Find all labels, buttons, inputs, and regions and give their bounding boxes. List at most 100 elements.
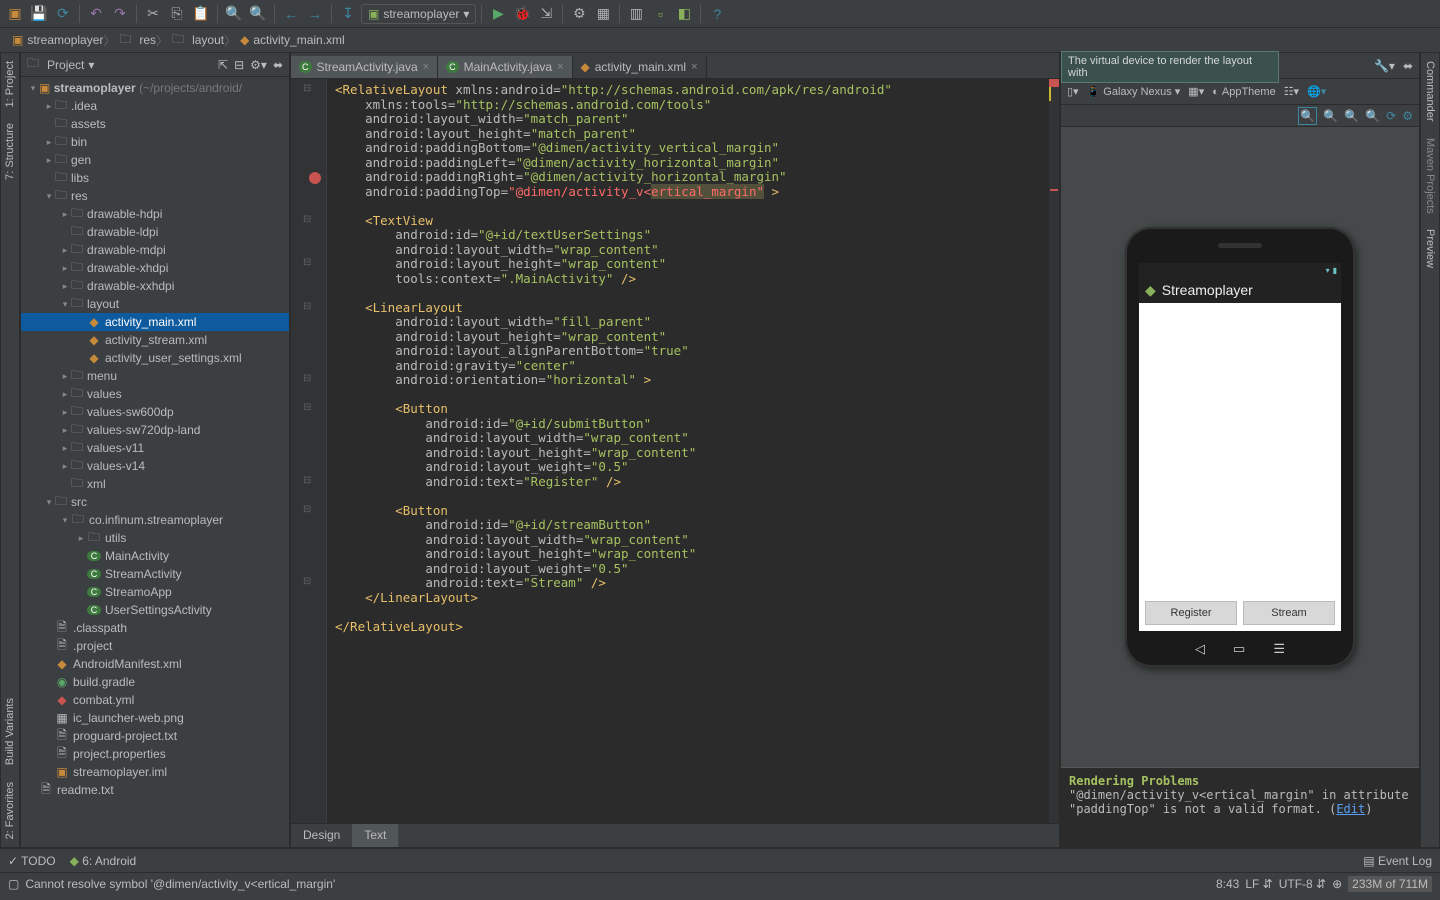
tree-item-drawable-hdpi[interactable]: ▸🗀drawable-hdpi xyxy=(21,205,289,223)
tab-project[interactable]: 1: Project xyxy=(2,53,18,115)
context-icon[interactable]: ⊕ xyxy=(1332,877,1342,891)
tab-preview[interactable]: Preview xyxy=(1422,221,1438,276)
zoom-actual-icon[interactable]: 🔍 xyxy=(1323,109,1338,123)
tree-item-values-sw600dp[interactable]: ▸🗀values-sw600dp xyxy=(21,403,289,421)
project-tree[interactable]: ▾▣ streamoplayer (~/projects/android/ ▸🗀… xyxy=(21,77,289,847)
tree-item-menu[interactable]: ▸🗀menu xyxy=(21,367,289,385)
copy-icon[interactable]: ⎘ xyxy=(166,3,188,25)
find-icon[interactable]: 🔍 xyxy=(223,3,245,25)
tab-maven[interactable]: Maven Projects xyxy=(1422,130,1438,222)
android-icon[interactable]: ◧ xyxy=(673,3,695,25)
tab-build-variants[interactable]: Build Variants xyxy=(2,690,18,773)
save-icon[interactable]: 💾 xyxy=(28,3,50,25)
tree-item-src[interactable]: ▾🗀src xyxy=(21,493,289,511)
todo-button[interactable]: ✓ TODO xyxy=(8,854,56,868)
tree-item-values-v11[interactable]: ▸🗀values-v11 xyxy=(21,439,289,457)
tree-item-layout[interactable]: ▾🗀layout xyxy=(21,295,289,313)
edit-link[interactable]: Edit xyxy=(1336,802,1365,816)
line-separator[interactable]: LF ⇵ xyxy=(1245,877,1272,891)
tab-design[interactable]: Design xyxy=(291,824,352,847)
tree-item-proguard-project.txt[interactable]: 🗎proguard-project.txt xyxy=(21,727,289,745)
debug-icon[interactable]: 🐞 xyxy=(511,3,533,25)
zoom-in-icon[interactable]: 🔍 xyxy=(1344,109,1359,123)
tree-item-project.properties[interactable]: 🗎project.properties xyxy=(21,745,289,763)
tree-item-StreamActivity[interactable]: CStreamActivity xyxy=(21,565,289,583)
back-icon[interactable]: ← xyxy=(280,3,302,25)
tree-item-readme.txt[interactable]: 🗎readme.txt xyxy=(21,781,289,799)
event-log-button[interactable]: ▤ Event Log xyxy=(1363,854,1432,868)
sync-icon[interactable]: ⟳ xyxy=(52,3,74,25)
config-combo[interactable]: ☷▾ xyxy=(1284,85,1299,98)
refresh-icon[interactable]: ⟳ xyxy=(1386,109,1396,123)
memory-indicator[interactable]: 233M of 711M xyxy=(1348,876,1432,892)
tree-item-drawable-ldpi[interactable]: 🗀drawable-ldpi xyxy=(21,223,289,241)
hide-icon[interactable]: ⬌ xyxy=(273,58,283,72)
orientation-combo[interactable]: ▯▾ xyxy=(1067,85,1079,98)
locale-combo[interactable]: 🌐▾ xyxy=(1307,85,1326,98)
tree-item-build.gradle[interactable]: ◉build.gradle xyxy=(21,673,289,691)
tree-item-drawable-mdpi[interactable]: ▸🗀drawable-mdpi xyxy=(21,241,289,259)
tab-structure[interactable]: 7: Structure xyxy=(2,115,18,188)
tab-text[interactable]: Text xyxy=(352,824,398,847)
encoding[interactable]: UTF-8 ⇵ xyxy=(1279,877,1326,891)
zoom-out-icon[interactable]: 🔍 xyxy=(1365,109,1380,123)
hide-preview-icon[interactable]: ⬌ xyxy=(1403,59,1413,73)
crumb-1[interactable]: 🗀res xyxy=(113,28,166,53)
run-config-combo[interactable]: ▣streamoplayer ▾ xyxy=(361,4,476,24)
settings-icon[interactable]: ⚙ xyxy=(568,3,590,25)
settings-preview-icon[interactable]: ⚙ xyxy=(1402,109,1413,123)
project-structure-icon[interactable]: ▦ xyxy=(592,3,614,25)
tree-item-UserSettingsActivity[interactable]: CUserSettingsActivity xyxy=(21,601,289,619)
view-mode[interactable]: Project xyxy=(47,58,84,72)
device-combo[interactable]: 📱Galaxy Nexus▾ xyxy=(1087,85,1181,98)
tree-item-bin[interactable]: ▸🗀bin xyxy=(21,133,289,151)
tree-item-activity_main.xml[interactable]: ◆activity_main.xml xyxy=(21,313,289,331)
replace-icon[interactable]: 🔍 xyxy=(247,3,269,25)
tree-item-StreamoApp[interactable]: CStreamoApp xyxy=(21,583,289,601)
tree-item-gen[interactable]: ▸🗀gen xyxy=(21,151,289,169)
wrench-icon[interactable]: 🔧▾ xyxy=(1374,59,1395,73)
tree-item-AndroidManifest.xml[interactable]: ◆AndroidManifest.xml xyxy=(21,655,289,673)
avd-icon[interactable]: ▫ xyxy=(649,3,671,25)
attach-icon[interactable]: ⇲ xyxy=(535,3,557,25)
collapse-icon[interactable]: ⊟ xyxy=(234,58,244,72)
zoom-fit-icon[interactable]: 🔍 xyxy=(1298,107,1317,125)
tree-item-.classpath[interactable]: 🗎.classpath xyxy=(21,619,289,637)
open-icon[interactable]: ▣ xyxy=(4,3,26,25)
autoscroll-icon[interactable]: ⇱ xyxy=(218,58,228,72)
tab-favorites[interactable]: 2: Favorites xyxy=(2,774,18,847)
sdk-icon[interactable]: ▥ xyxy=(625,3,647,25)
crumb-2[interactable]: 🗀layout xyxy=(166,28,234,53)
undo-icon[interactable]: ↶ xyxy=(85,3,107,25)
tree-item-streamoplayer.iml[interactable]: ▣streamoplayer.iml xyxy=(21,763,289,781)
tree-item-xml[interactable]: 🗀xml xyxy=(21,475,289,493)
crumb-0[interactable]: ▣streamoplayer xyxy=(6,31,113,49)
android-button[interactable]: ◆ 6: Android xyxy=(70,854,137,868)
tree-item-combat.yml[interactable]: ◆combat.yml xyxy=(21,691,289,709)
tree-item-MainActivity[interactable]: CMainActivity xyxy=(21,547,289,565)
tree-item-values-sw720dp-land[interactable]: ▸🗀values-sw720dp-land xyxy=(21,421,289,439)
make-icon[interactable]: ↧ xyxy=(337,3,359,25)
crumb-3[interactable]: ◆activity_main.xml xyxy=(234,31,355,49)
error-strip[interactable] xyxy=(1049,79,1059,823)
run-icon[interactable]: ▶ xyxy=(487,3,509,25)
tree-item-.project[interactable]: 🗎.project xyxy=(21,637,289,655)
help-icon[interactable]: ? xyxy=(706,3,728,25)
tree-item-drawable-xxhdpi[interactable]: ▸🗀drawable-xxhdpi xyxy=(21,277,289,295)
api-combo[interactable]: ▦▾ xyxy=(1188,85,1204,98)
tree-item-res[interactable]: ▾🗀res xyxy=(21,187,289,205)
tree-item-activity_user_settings.xml[interactable]: ◆activity_user_settings.xml xyxy=(21,349,289,367)
editor-tab-StreamActivity.java[interactable]: CStreamActivity.java× xyxy=(291,56,438,78)
redo-icon[interactable]: ↷ xyxy=(109,3,131,25)
editor-tab-activity_main.xml[interactable]: ◆activity_main.xml× xyxy=(573,56,707,78)
editor-tab-MainActivity.java[interactable]: CMainActivity.java× xyxy=(438,56,572,78)
tree-item-.idea[interactable]: ▸🗀.idea xyxy=(21,97,289,115)
tab-commander[interactable]: Commander xyxy=(1422,53,1438,130)
paste-icon[interactable]: 📋 xyxy=(190,3,212,25)
tree-item-assets[interactable]: 🗀assets xyxy=(21,115,289,133)
tree-item-libs[interactable]: 🗀libs xyxy=(21,169,289,187)
code-view[interactable]: <RelativeLayout xmlns:android="http://sc… xyxy=(327,79,1049,823)
forward-icon[interactable]: → xyxy=(304,3,326,25)
tree-item-drawable-xhdpi[interactable]: ▸🗀drawable-xhdpi xyxy=(21,259,289,277)
cut-icon[interactable]: ✂ xyxy=(142,3,164,25)
